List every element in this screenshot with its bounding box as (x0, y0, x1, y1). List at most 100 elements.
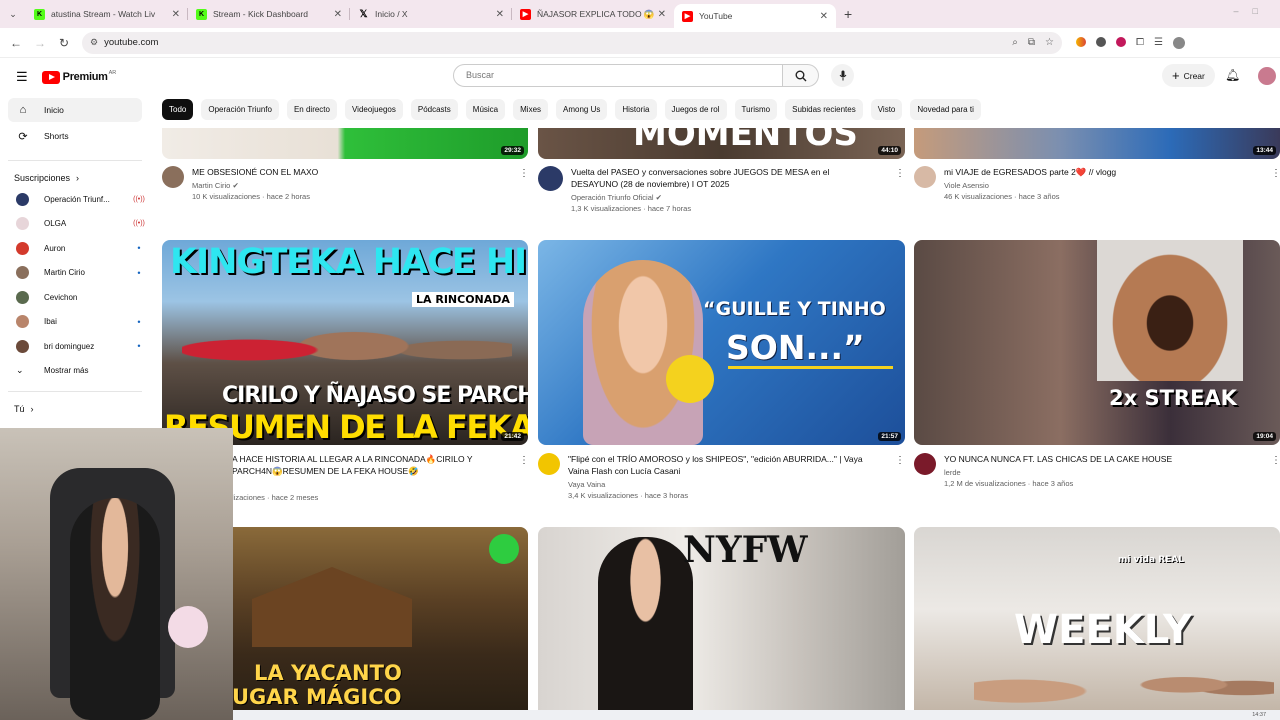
channel-name[interactable]: lerde (944, 468, 1172, 477)
filter-chip[interactable]: Novedad para ti (910, 99, 981, 120)
filter-chip[interactable]: Visto (870, 99, 903, 120)
subscription-item[interactable]: Operación Triunf... ((•)) (0, 187, 150, 212)
channel-avatar[interactable] (914, 453, 936, 475)
filter-chip[interactable]: Historia (615, 99, 657, 120)
extension-icon[interactable] (1096, 36, 1106, 47)
filter-chip[interactable]: Todo (162, 99, 194, 120)
filter-chip[interactable]: Juegos de rol (664, 99, 727, 120)
browser-tab[interactable]: ▶ ÑAJASOR EXPLICA TODO 😱 ✕ (512, 0, 674, 28)
video-thumbnail[interactable]: “GUILLE Y TINHO SON...” 21:57 (538, 240, 905, 445)
subscription-item[interactable]: Auron • (0, 236, 150, 261)
filter-chip[interactable]: Pódcasts (410, 99, 458, 120)
close-icon[interactable]: ✕ (172, 9, 180, 20)
subscription-item[interactable]: Ibai • (0, 310, 150, 335)
chevron-right-icon: › (30, 404, 34, 414)
close-icon[interactable]: ✕ (334, 9, 342, 20)
channel-name[interactable]: Vaya Vaina (568, 480, 878, 489)
youtube-premium-logo[interactable]: Premium AR (41, 70, 116, 84)
new-tab-button[interactable]: + (844, 6, 852, 22)
subscription-item[interactable]: bri dominguez • (0, 334, 150, 359)
forward-icon[interactable]: → (28, 36, 52, 50)
more-options-icon[interactable]: ⋮ (1271, 168, 1280, 179)
reload-icon[interactable]: ↻ (52, 36, 76, 50)
account-avatar[interactable] (1258, 67, 1276, 85)
video-thumbnail[interactable]: MOMENTOS 44:10 (538, 128, 905, 159)
video-thumbnail[interactable]: 29:32 (162, 128, 528, 159)
filter-chip[interactable]: En directo (286, 99, 337, 120)
side-panel-icon[interactable]: ☰ (1154, 37, 1163, 49)
video-title[interactable]: Vuelta del PASEO y conversaciones sobre … (571, 166, 868, 190)
extension-icon[interactable] (1076, 36, 1086, 47)
video-thumbnail[interactable]: 13:44 (914, 128, 1280, 159)
url-field[interactable]: ⚙ youtube.com ⌕ ⧉ ☆ (82, 31, 1062, 54)
tab-search-icon[interactable]: ⌄ (0, 0, 26, 28)
show-more-button[interactable]: ⌄ Mostrar más (0, 359, 150, 384)
channel-name[interactable]: Operación Triunfo Oficial ✔︎ (571, 193, 868, 202)
sidebar-item-inicio[interactable]: ⌂ Inicio (8, 98, 142, 122)
close-icon[interactable]: ✕ (496, 9, 504, 20)
streamer-person (70, 498, 160, 720)
close-icon[interactable]: ✕ (820, 11, 828, 22)
menu-icon[interactable]: ☰ (16, 69, 28, 85)
site-info-icon[interactable]: ⚙ (90, 37, 98, 48)
subscription-item[interactable]: Cevichon (0, 285, 150, 310)
filter-chip[interactable]: Música (465, 99, 506, 120)
channel-avatar[interactable] (162, 166, 184, 188)
puzzle-icon[interactable]: ⧠ (1136, 37, 1144, 49)
thumbnail-text: CIRILO Y ÑAJASO SE PARCHAN (222, 383, 528, 408)
video-title[interactable]: mi VIAJE de EGRESADOS parte 2❤️ // vlogg (944, 166, 1116, 178)
more-options-icon[interactable]: ⋮ (519, 455, 529, 466)
channel-avatar[interactable] (538, 166, 563, 191)
sidebar-item-shorts[interactable]: ⟳ Shorts (8, 124, 142, 148)
cast-icon[interactable]: ⧉ (1028, 37, 1035, 48)
filter-chip[interactable]: Mixes (513, 99, 549, 120)
channel-name[interactable]: Viole Asensio (944, 181, 1116, 190)
filter-chip[interactable]: Subidas recientes (785, 99, 863, 120)
extension-icon[interactable] (1116, 36, 1126, 47)
video-title[interactable]: ME OBSESIONÉ CON EL MAXO (192, 166, 318, 178)
channel-avatar[interactable] (914, 166, 936, 188)
meme-overlay (1097, 240, 1243, 381)
subscription-item[interactable]: Martin Cirio • (0, 261, 150, 286)
video-title[interactable]: A HACE HISTORIA AL LLEGAR A LA RINCONADA… (232, 453, 512, 477)
video-stats: 46 K visualizaciones · hace 3 años (944, 192, 1060, 201)
more-options-icon[interactable]: ⋮ (895, 168, 905, 179)
more-options-icon[interactable]: ⋮ (519, 168, 529, 179)
profile-avatar[interactable] (1172, 36, 1185, 49)
filter-chip[interactable]: Videojuegos (344, 99, 403, 120)
video-thumbnail[interactable]: mi vida REAL WEEKLY (914, 527, 1280, 710)
browser-tab[interactable]: K atustina Stream - Watch Liv ✕ (26, 0, 188, 28)
video-thumbnail[interactable]: 2x STREAK 19:04 (914, 240, 1280, 445)
browser-tab[interactable]: K Stream - Kick Dashboard ✕ (188, 0, 350, 28)
filter-chip[interactable]: Operación Triunfo (201, 99, 279, 120)
filter-chip[interactable]: Among Us (556, 99, 608, 120)
browser-tab[interactable]: 𝕏 Inicio / X ✕ (350, 0, 512, 28)
video-title[interactable]: YO NUNCA NUNCA FT. LAS CHICAS DE LA CAKE… (944, 453, 1172, 465)
video-thumbnail[interactable]: KINGTEKA HACE HISTORIA LA RINCONADA CIRI… (162, 240, 528, 445)
subscriptions-header[interactable]: Suscripciones › (14, 173, 150, 183)
back-icon[interactable]: ← (4, 36, 28, 50)
video-meta: YO NUNCA NUNCA FT. LAS CHICAS DE LA CAKE… (914, 453, 1254, 488)
search-button[interactable] (783, 64, 819, 87)
more-options-icon[interactable]: ⋮ (895, 455, 905, 466)
you-section-header[interactable]: Tú › (14, 404, 150, 414)
voice-search-button[interactable] (831, 64, 854, 87)
bookmark-star-icon[interactable]: ☆ (1045, 37, 1054, 48)
more-options-icon[interactable]: ⋮ (1271, 455, 1280, 466)
window-controls[interactable]: –□ (1234, 6, 1272, 16)
zoom-icon[interactable]: ⌕ (1012, 37, 1018, 48)
browser-tab-active[interactable]: ▶ YouTube ✕ (674, 4, 836, 28)
close-icon[interactable]: ✕ (658, 9, 666, 20)
channel-name[interactable]: Martin Cirio ✔︎ (192, 181, 318, 190)
notifications-bell-icon[interactable]: 🔔︎ (1225, 68, 1240, 82)
video-thumbnail[interactable]: NYFW (538, 527, 905, 710)
create-button[interactable]: + Crear (1162, 64, 1215, 87)
subscription-item[interactable]: OLGA ((•)) (0, 212, 150, 237)
channel-avatar[interactable] (538, 453, 560, 475)
filter-chip[interactable]: Turismo (734, 99, 778, 120)
badge-icon (489, 534, 519, 564)
thumbnail-text: UGAR MÁGICO (232, 685, 402, 709)
search-input[interactable]: Buscar (453, 64, 783, 87)
thumbnail-people (974, 647, 1274, 710)
video-title[interactable]: "Flipé con el TRÍO AMOROSO y los SHIPEOS… (568, 453, 878, 477)
